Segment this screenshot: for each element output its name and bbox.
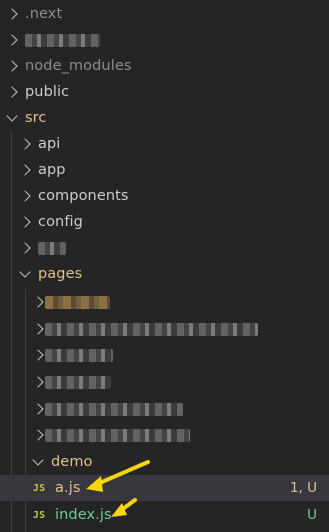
redacted-label	[45, 295, 110, 309]
chevron-right-icon	[31, 375, 45, 389]
tree-item-label: api	[38, 136, 61, 152]
tree-item-label: demo	[51, 454, 93, 470]
tree-item-label: .next	[25, 6, 63, 22]
tree-item-components[interactable]: components	[0, 183, 329, 209]
chevron-right-icon	[5, 7, 19, 21]
git-status-badge: 1, U	[289, 480, 317, 496]
tree-item-label: public	[25, 84, 70, 100]
file-explorer-tree: .next node_modules public src api app co…	[0, 0, 329, 532]
js-file-icon: JS	[33, 509, 46, 521]
chevron-right-icon	[31, 295, 45, 309]
chevron-down-icon	[5, 110, 19, 125]
chevron-right-icon	[31, 428, 45, 442]
chevron-right-icon	[18, 241, 32, 255]
tree-item-src[interactable]: src	[0, 105, 329, 131]
tree-item-demo[interactable]: demo	[0, 449, 329, 475]
tree-item-redacted[interactable]	[0, 27, 329, 53]
tree-item-config[interactable]: config	[0, 209, 329, 235]
tree-item-redacted[interactable]	[0, 316, 329, 342]
js-file-icon: JS	[33, 482, 46, 494]
chevron-right-icon	[5, 33, 19, 47]
redacted-label	[25, 33, 100, 47]
tree-item-public[interactable]: public	[0, 79, 329, 105]
tree-item-api[interactable]: api	[0, 131, 329, 157]
redacted-label	[45, 322, 258, 336]
redacted-label	[38, 241, 66, 255]
tree-item-app[interactable]: app	[0, 157, 329, 183]
redacted-label	[45, 348, 113, 362]
chevron-right-icon	[18, 215, 32, 229]
chevron-down-icon	[31, 454, 45, 469]
tree-item-label: a.js	[55, 480, 81, 496]
chevron-right-icon	[18, 163, 32, 177]
chevron-right-icon	[5, 85, 19, 99]
chevron-right-icon	[31, 322, 45, 336]
tree-item-label: index.js	[55, 507, 112, 523]
tree-item-redacted[interactable]	[0, 289, 329, 315]
redacted-label	[45, 402, 183, 416]
redacted-label	[45, 375, 111, 389]
chevron-right-icon	[31, 402, 45, 416]
tree-item-label: components	[38, 188, 129, 204]
chevron-right-icon	[5, 59, 19, 73]
tree-item-redacted[interactable]	[0, 422, 329, 448]
chevron-down-icon	[18, 266, 32, 281]
chevron-right-icon	[18, 189, 32, 203]
git-status-badge: U	[307, 507, 317, 523]
tree-item-label: config	[38, 214, 83, 230]
tree-item-pages[interactable]: pages	[0, 261, 329, 287]
tree-item-redacted[interactable]	[0, 396, 329, 422]
tree-item-a-js[interactable]: JS a.js 1, U	[0, 475, 329, 501]
tree-item-next[interactable]: .next	[0, 1, 329, 27]
tree-item-redacted[interactable]	[0, 342, 329, 368]
tree-item-label: node_modules	[25, 58, 132, 74]
tree-item-label: app	[38, 162, 66, 178]
tree-item-index-js[interactable]: JS index.js U	[0, 502, 329, 528]
tree-item-label: pages	[38, 266, 83, 282]
tree-item-redacted[interactable]	[0, 369, 329, 395]
tree-item-redacted[interactable]	[0, 235, 329, 261]
tree-item-label: src	[25, 110, 47, 126]
chevron-right-icon	[31, 348, 45, 362]
tree-item-node-modules[interactable]: node_modules	[0, 53, 329, 79]
redacted-label	[45, 428, 190, 442]
chevron-right-icon	[18, 137, 32, 151]
